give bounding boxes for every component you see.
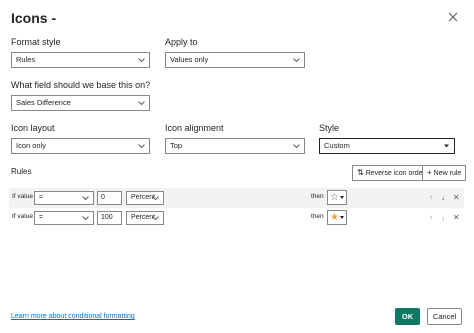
chevron-down-icon	[81, 214, 90, 222]
chevron-down-icon	[292, 142, 301, 150]
chevron-down-icon	[151, 194, 160, 202]
chevron-down-icon	[151, 214, 160, 222]
new-rule-label: New rule	[433, 170, 462, 177]
apply-to-label: Apply to	[165, 37, 198, 47]
move-down-icon[interactable]: ↓	[441, 213, 445, 223]
field-value: Sales Difference	[16, 98, 71, 107]
move-down-icon[interactable]: ↓	[441, 193, 445, 203]
icon-layout-dropdown[interactable]: Icon only	[11, 138, 150, 154]
icon-alignment-label: Icon alignment	[165, 123, 224, 133]
sort-arrows-icon: ⇅	[357, 168, 364, 177]
caret-down-icon	[340, 216, 344, 219]
new-rule-button[interactable]: + New rule	[422, 165, 467, 181]
chevron-down-icon	[81, 194, 90, 202]
chevron-down-icon	[137, 56, 146, 64]
then-label: then	[311, 193, 324, 200]
icon-picker[interactable]: ☆	[327, 190, 347, 205]
icon-layout-value: Icon only	[16, 141, 47, 150]
cancel-button[interactable]: Cancel	[427, 308, 462, 325]
value-input[interactable]: 100	[97, 211, 122, 225]
caret-down-icon	[340, 196, 344, 199]
move-up-icon[interactable]: ↑	[429, 213, 433, 223]
icon-layout-label: Icon layout	[11, 123, 55, 133]
then-label: then	[311, 213, 324, 220]
rule-row: If value = 100 Percent then ★ ↑ ↓ ✕	[9, 208, 464, 228]
format-style-label: Format style	[11, 37, 61, 47]
icon-alignment-value: Top	[170, 141, 183, 150]
field-label: What field should we base this on?	[11, 80, 151, 90]
operator-dropdown[interactable]: =	[34, 211, 94, 225]
field-dropdown[interactable]: Sales Difference	[11, 95, 150, 111]
rule-row: If value = 0 Percent then ☆ ↑ ↓ ✕	[9, 188, 464, 208]
icon-alignment-dropdown[interactable]: Top	[165, 138, 305, 154]
format-style-value: Rules	[16, 55, 36, 64]
if-value-label: If value	[12, 193, 33, 200]
rules-label: Rules	[11, 167, 32, 176]
format-style-dropdown[interactable]: Rules	[11, 52, 150, 68]
empty-star-icon: ☆	[330, 192, 339, 203]
if-value-label: If value	[12, 213, 33, 220]
operator-dropdown[interactable]: =	[34, 191, 94, 205]
style-label: Style	[319, 123, 340, 133]
chevron-down-icon	[292, 56, 301, 64]
chevron-down-icon	[137, 99, 146, 107]
delete-rule-icon[interactable]: ✕	[453, 213, 460, 223]
ok-button[interactable]: OK	[395, 308, 420, 325]
delete-rule-icon[interactable]: ✕	[453, 193, 460, 203]
operator-value: =	[39, 194, 44, 201]
plus-icon: +	[427, 168, 432, 177]
operator-value: =	[39, 214, 44, 221]
learn-more-link[interactable]: Learn more about conditional formatting	[11, 313, 135, 320]
close-button[interactable]	[446, 10, 460, 24]
reverse-icon-order-label: Reverse icon order	[365, 170, 425, 177]
close-icon	[448, 12, 458, 22]
filled-star-icon: ★	[330, 212, 339, 223]
unit-dropdown[interactable]: Percent	[126, 191, 164, 205]
style-value: Custom	[324, 141, 350, 150]
caret-down-icon	[442, 142, 451, 150]
chevron-down-icon	[137, 142, 146, 150]
apply-to-dropdown[interactable]: Values only	[165, 52, 305, 68]
reverse-icon-order-button[interactable]: ⇅ Reverse icon order	[352, 165, 430, 181]
icon-picker[interactable]: ★	[327, 210, 347, 225]
dialog-title: Icons -	[11, 10, 57, 26]
move-up-icon[interactable]: ↑	[429, 193, 433, 203]
unit-dropdown[interactable]: Percent	[126, 211, 164, 225]
style-dropdown[interactable]: Custom	[319, 138, 455, 154]
value-input[interactable]: 0	[97, 191, 122, 205]
apply-to-value: Values only	[170, 55, 209, 64]
